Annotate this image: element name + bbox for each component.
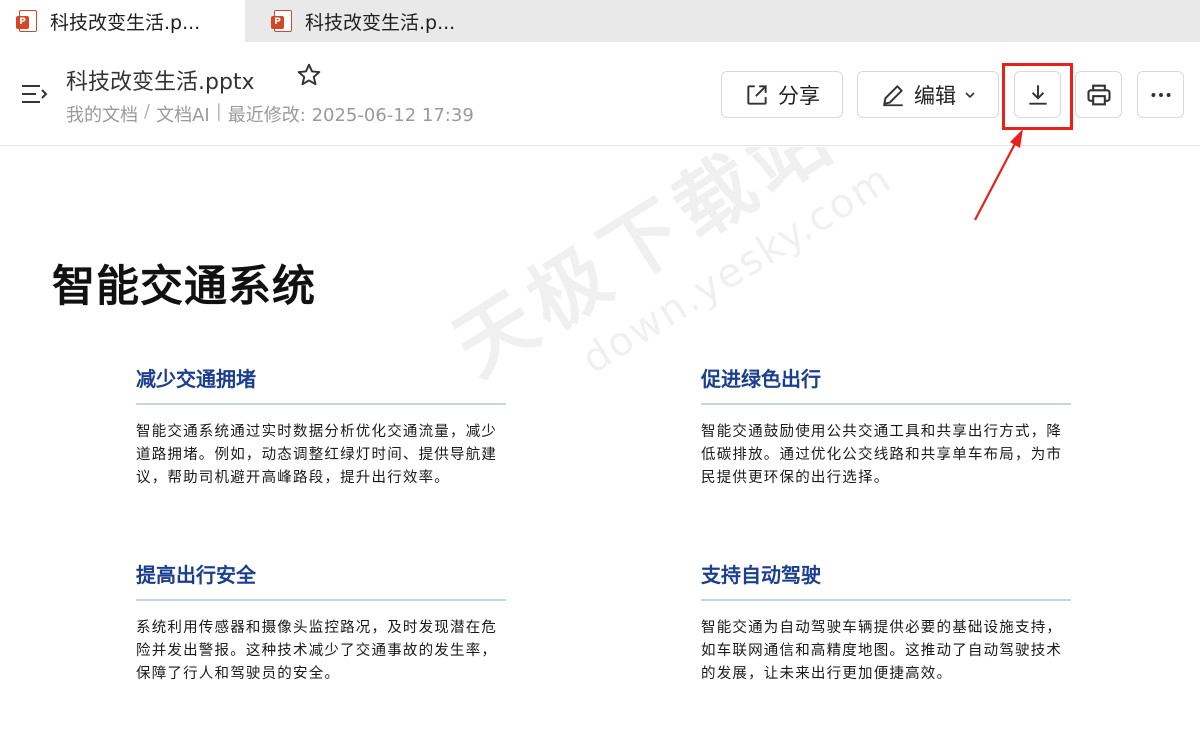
download-button[interactable] xyxy=(1014,71,1061,118)
breadcrumb-folder[interactable]: 文档AI xyxy=(156,101,210,127)
breadcrumb: 我的文档 / 文档AI | 最近修改: 2025-06-12 17:39 xyxy=(66,101,474,127)
edit-button[interactable]: 编辑 xyxy=(857,71,999,118)
tab-document-active[interactable]: P 科技改变生活.p... xyxy=(0,0,245,42)
menu-expand-icon[interactable] xyxy=(20,82,50,106)
section-card: 减少交通拥堵 智能交通系统通过实时数据分析优化交通流量，减少道路拥堵。例如，动态… xyxy=(136,363,506,490)
slide-canvas: 天极下载站 down.yesky.com 智能交通系统 减少交通拥堵 智能交通系… xyxy=(0,147,1200,736)
section-heading: 支持自动驾驶 xyxy=(701,563,821,587)
print-button[interactable] xyxy=(1075,71,1122,118)
section-heading: 促进绿色出行 xyxy=(701,367,821,391)
section-divider xyxy=(136,403,506,405)
divider: | xyxy=(215,101,222,122)
chevron-down-icon xyxy=(965,91,975,98)
tab-label: 科技改变生活.p... xyxy=(305,11,456,34)
section-body: 智能交通系统通过实时数据分析优化交通流量，减少道路拥堵。例如，动态调整红绿灯时间… xyxy=(136,424,498,486)
last-modified: 最近修改: 2025-06-12 17:39 xyxy=(227,105,474,126)
printer-icon xyxy=(1086,84,1111,105)
more-icon xyxy=(1150,92,1171,97)
breadcrumb-separator: / xyxy=(144,101,151,122)
document-header: 科技改变生活.pptx 我的文档 / 文档AI | 最近修改: 2025-06-… xyxy=(0,42,1200,146)
breadcrumb-root[interactable]: 我的文档 xyxy=(66,101,138,127)
section-divider xyxy=(136,599,506,601)
slide-title: 智能交通系统 xyxy=(52,262,316,312)
share-label: 分享 xyxy=(778,83,820,108)
section-body: 系统利用传感器和摄像头监控路况，及时发现潜在危险并发出警报。这种技术减少了交通事… xyxy=(136,620,498,682)
edit-label: 编辑 xyxy=(914,83,956,108)
powerpoint-file-icon: P xyxy=(16,10,38,32)
section-divider xyxy=(701,403,1071,405)
download-icon xyxy=(1028,84,1047,105)
section-heading: 减少交通拥堵 xyxy=(136,367,256,391)
pencil-icon xyxy=(883,84,903,106)
more-options-button[interactable] xyxy=(1137,71,1184,118)
section-divider xyxy=(701,599,1071,601)
browser-tab-strip: P 科技改变生活.p... P 科技改变生活.p... xyxy=(0,0,1200,42)
star-icon[interactable] xyxy=(296,62,322,88)
share-button[interactable]: 分享 xyxy=(721,71,843,118)
section-card: 支持自动驾驶 智能交通为自动驾驶车辆提供必要的基础设施支持，如车联网通信和高精度… xyxy=(701,559,1071,686)
section-body: 智能交通鼓励使用公共交通工具和共享出行方式，降低碳排放。通过优化公交线路和共享单… xyxy=(701,424,1063,486)
powerpoint-file-icon: P xyxy=(271,10,293,32)
section-card: 促进绿色出行 智能交通鼓励使用公共交通工具和共享出行方式，降低碳排放。通过优化公… xyxy=(701,363,1071,490)
tab-label: 科技改变生活.p... xyxy=(50,11,201,34)
share-icon xyxy=(747,84,767,105)
section-card: 提高出行安全 系统利用传感器和摄像头监控路况，及时发现潜在危险并发出警报。这种技… xyxy=(136,559,506,686)
section-body: 智能交通为自动驾驶车辆提供必要的基础设施支持，如车联网通信和高精度地图。这推动了… xyxy=(701,620,1063,682)
section-heading: 提高出行安全 xyxy=(136,563,256,587)
tab-document[interactable]: P 科技改变生活.p... xyxy=(255,0,495,42)
document-title[interactable]: 科技改变生活.pptx xyxy=(66,64,255,96)
